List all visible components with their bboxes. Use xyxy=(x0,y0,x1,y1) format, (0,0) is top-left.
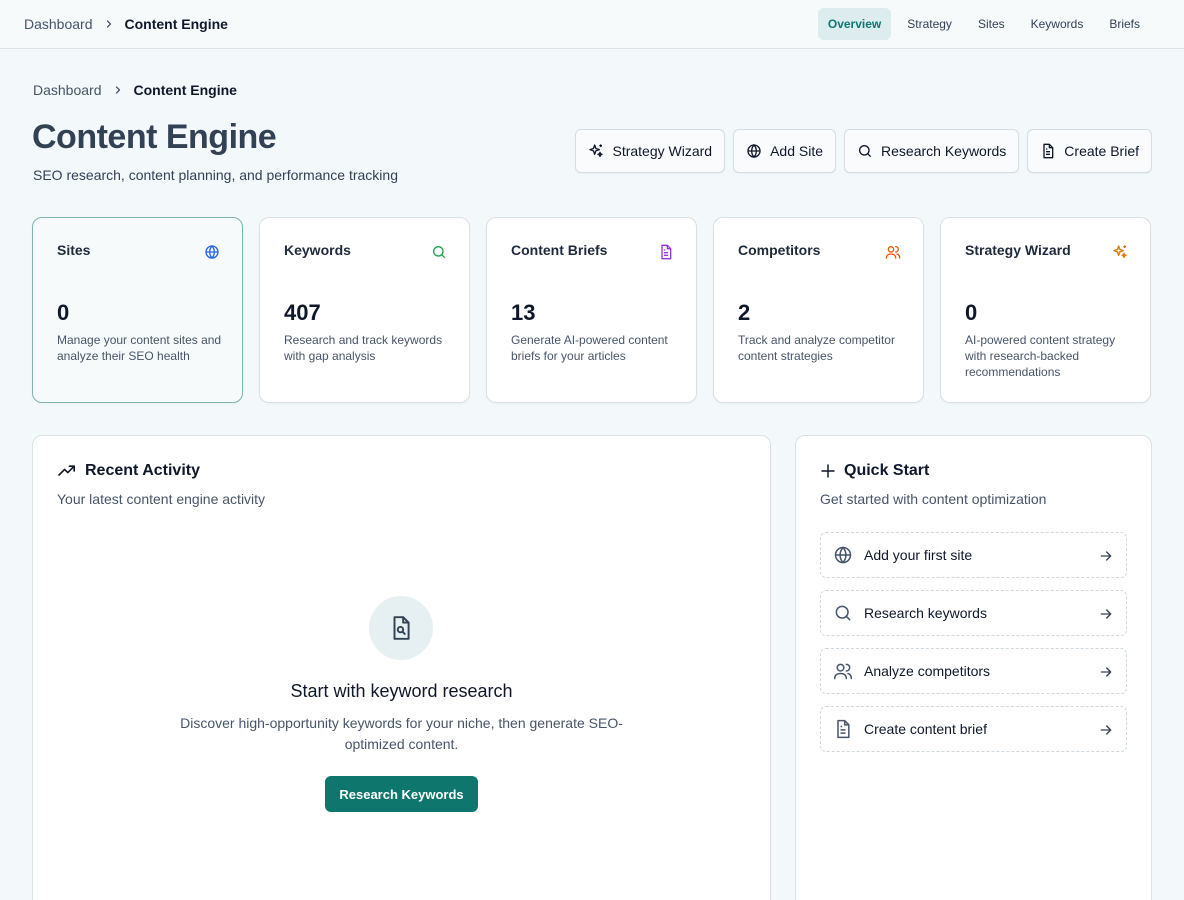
stat-title: Sites xyxy=(57,242,91,258)
stat-card-competitors[interactable]: Competitors 2 Track and analyze competit… xyxy=(713,217,924,403)
document-icon xyxy=(658,244,674,260)
stat-value: 13 xyxy=(511,300,536,325)
quick-start-create-brief[interactable]: Create content brief xyxy=(820,706,1127,752)
quick-start-card: Quick Start Get started with content opt… xyxy=(795,435,1152,900)
tab-overview[interactable]: Overview xyxy=(817,8,892,40)
page-breadcrumb-dashboard[interactable]: Dashboard xyxy=(33,82,102,98)
plus-icon xyxy=(820,463,836,479)
search-icon xyxy=(833,603,853,623)
stat-value: 0 xyxy=(57,300,70,325)
users-icon xyxy=(833,661,853,681)
tab-sites[interactable]: Sites xyxy=(968,8,1015,40)
stat-description: AI-powered content strategy with researc… xyxy=(965,333,1116,379)
quick-start-list: Add your first site Research keywords An… xyxy=(820,532,1127,752)
research-keywords-label: Research Keywords xyxy=(881,143,1007,159)
globe-icon xyxy=(746,143,762,159)
quick-start-label: Create content brief xyxy=(864,721,987,737)
empty-state-title: Start with keyword research xyxy=(290,681,513,701)
page-subtitle: SEO research, content planning, and perf… xyxy=(33,167,398,183)
quick-start-label: Add your first site xyxy=(864,547,973,563)
stat-title: Competitors xyxy=(738,242,821,258)
arrow-right-icon xyxy=(1098,664,1114,680)
search-icon xyxy=(857,143,873,159)
recent-activity-header: Recent Activity xyxy=(57,462,200,480)
chevron-right-icon xyxy=(112,84,124,96)
research-keywords-cta-button[interactable]: Research Keywords xyxy=(325,776,478,812)
recent-activity-card: Recent Activity Your latest content engi… xyxy=(32,435,771,900)
stat-card-keywords[interactable]: Keywords 407 Research and track keywords… xyxy=(259,217,470,403)
strategy-wizard-button[interactable]: Strategy Wizard xyxy=(575,129,726,173)
arrow-right-icon xyxy=(1098,606,1114,622)
document-icon xyxy=(1040,143,1056,159)
arrow-right-icon xyxy=(1098,548,1114,564)
add-site-label: Add Site xyxy=(770,143,824,159)
sparkles-icon xyxy=(588,143,604,159)
recent-activity-subtitle: Your latest content engine activity xyxy=(57,491,266,507)
stat-value: 2 xyxy=(738,300,751,325)
stat-description: Generate AI-powered content briefs for y… xyxy=(511,333,668,363)
research-keywords-button[interactable]: Research Keywords xyxy=(844,129,1020,173)
page-breadcrumb-current: Content Engine xyxy=(133,82,237,98)
page-breadcrumb: Dashboard Content Engine xyxy=(33,82,237,98)
tab-briefs[interactable]: Briefs xyxy=(1099,8,1150,40)
stat-title: Content Briefs xyxy=(511,242,608,258)
arrow-right-icon xyxy=(1098,722,1114,738)
quick-start-add-site[interactable]: Add your first site xyxy=(820,532,1127,578)
quick-start-title: Quick Start xyxy=(844,462,930,479)
stat-description: Manage your content sites and analyze th… xyxy=(57,333,222,363)
globe-icon xyxy=(833,545,853,565)
page-title: Content Engine xyxy=(32,118,277,156)
quick-start-subtitle: Get started with content optimization xyxy=(820,491,1047,507)
stat-cards: Sites 0 Manage your content sites and an… xyxy=(32,217,1151,403)
document-icon xyxy=(833,719,853,739)
stat-description: Research and track keywords with gap ana… xyxy=(284,333,443,363)
header-actions: Strategy Wizard Add Site Research Keywor… xyxy=(575,129,1152,173)
top-nav: Overview Strategy Sites Keywords Briefs xyxy=(817,8,1150,40)
top-bar: Dashboard Content Engine Overview Strate… xyxy=(0,0,1184,49)
stat-card-strategy-wizard[interactable]: Strategy Wizard 0 AI-powered content str… xyxy=(940,217,1151,403)
users-icon xyxy=(885,244,901,260)
breadcrumb-dashboard[interactable]: Dashboard xyxy=(24,16,93,32)
tab-strategy[interactable]: Strategy xyxy=(897,8,962,40)
empty-state-description: Discover high-opportunity keywords for y… xyxy=(180,715,623,752)
stat-title: Keywords xyxy=(284,242,351,258)
quick-start-analyze-competitors[interactable]: Analyze competitors xyxy=(820,648,1127,694)
file-search-icon xyxy=(369,596,433,660)
trending-up-icon xyxy=(57,463,77,479)
globe-icon xyxy=(204,244,220,260)
quick-start-label: Research keywords xyxy=(864,605,987,621)
search-icon xyxy=(431,244,447,260)
breadcrumb: Dashboard Content Engine xyxy=(24,16,228,32)
create-brief-button[interactable]: Create Brief xyxy=(1027,129,1152,173)
stat-title: Strategy Wizard xyxy=(965,242,1071,258)
quick-start-research-keywords[interactable]: Research keywords xyxy=(820,590,1127,636)
tab-keywords[interactable]: Keywords xyxy=(1021,8,1094,40)
quick-start-header: Quick Start xyxy=(820,462,929,480)
stat-value: 0 xyxy=(965,300,978,325)
strategy-wizard-label: Strategy Wizard xyxy=(612,143,713,159)
add-site-button[interactable]: Add Site xyxy=(733,129,837,173)
breadcrumb-current: Content Engine xyxy=(124,16,228,32)
create-brief-label: Create Brief xyxy=(1064,143,1139,159)
recent-activity-title: Recent Activity xyxy=(85,462,200,479)
stat-description: Track and analyze competitor content str… xyxy=(738,333,895,363)
quick-start-label: Analyze competitors xyxy=(864,663,991,679)
chevron-right-icon xyxy=(103,18,115,30)
stat-card-sites[interactable]: Sites 0 Manage your content sites and an… xyxy=(32,217,243,403)
stat-value: 407 xyxy=(284,300,321,325)
stat-card-content-briefs[interactable]: Content Briefs 13 Generate AI-powered co… xyxy=(486,217,697,403)
sparkles-icon xyxy=(1112,244,1128,260)
